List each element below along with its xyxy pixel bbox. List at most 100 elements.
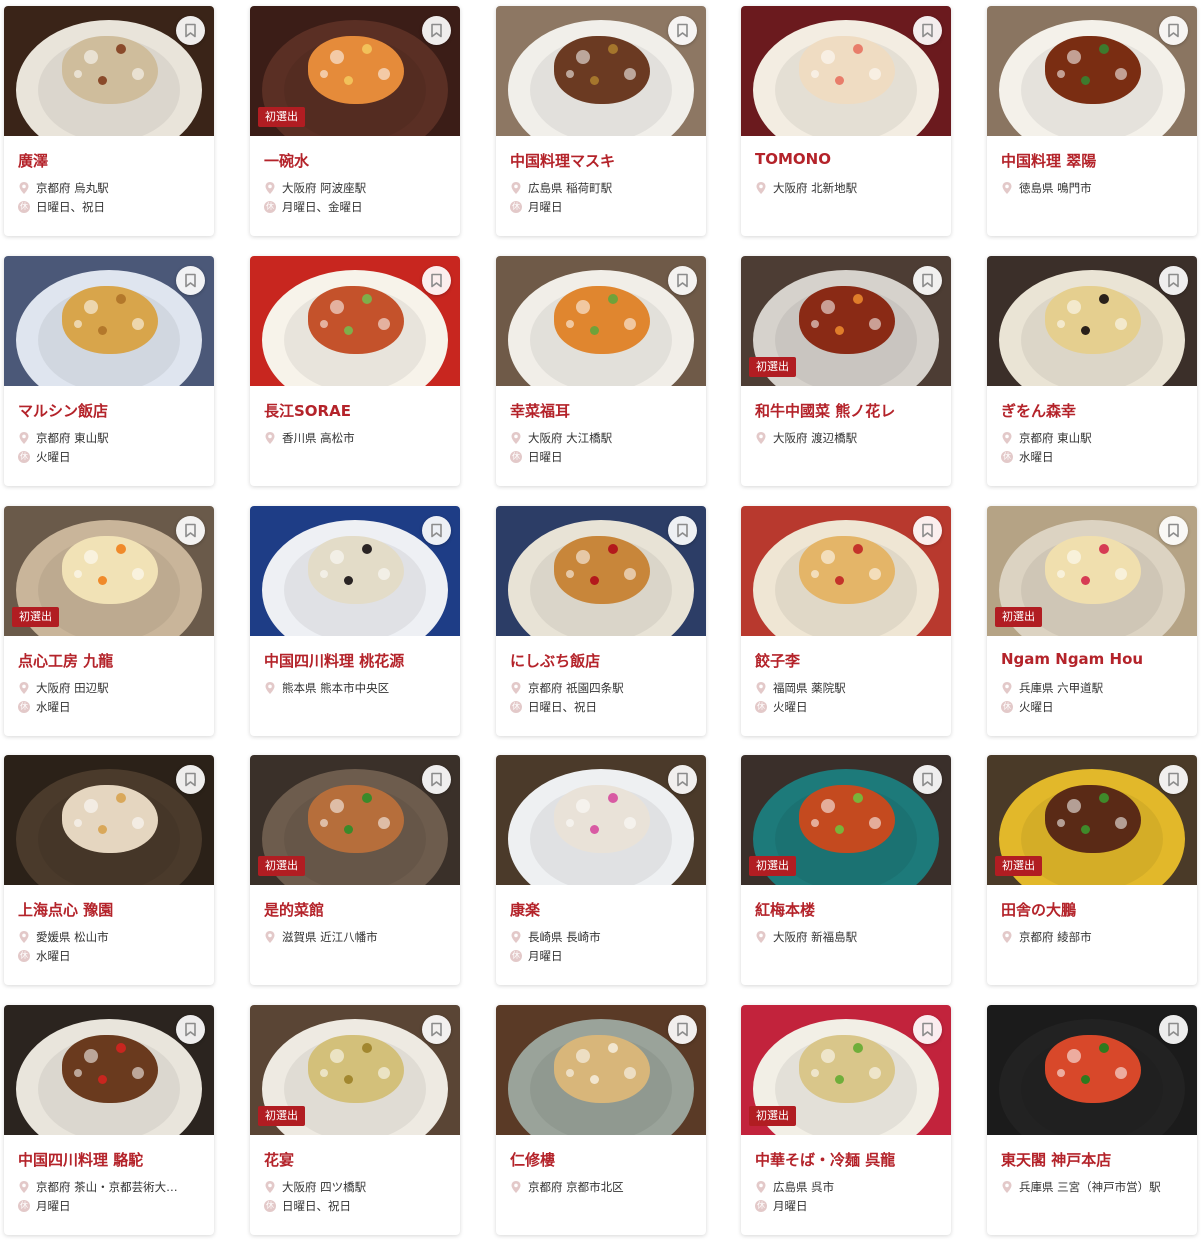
food-photo[interactable]: 初選出: [741, 256, 951, 386]
restaurant-name[interactable]: 点心工房 九龍: [18, 650, 206, 671]
restaurant-card[interactable]: 長江SORAE 香川県 高松市: [250, 256, 460, 486]
bookmark-button[interactable]: [422, 765, 451, 794]
food-photo[interactable]: [741, 506, 951, 636]
bookmark-button[interactable]: [913, 16, 942, 45]
bookmark-button[interactable]: [422, 266, 451, 295]
restaurant-card[interactable]: 中国料理 翠陽 徳島県 鳴門市: [987, 6, 1197, 236]
food-photo[interactable]: [496, 256, 706, 386]
bookmark-button[interactable]: [668, 516, 697, 545]
food-photo[interactable]: [4, 256, 214, 386]
bookmark-button[interactable]: [176, 1015, 205, 1044]
restaurant-card[interactable]: 初選出 一碗水 大阪府 阿波座駅休月曜日、金曜日: [250, 6, 460, 236]
food-photo[interactable]: [4, 755, 214, 885]
food-photo[interactable]: [250, 506, 460, 636]
bookmark-button[interactable]: [422, 16, 451, 45]
bookmark-button[interactable]: [668, 266, 697, 295]
restaurant-name[interactable]: 中国料理マスキ: [510, 150, 698, 171]
restaurant-name[interactable]: 東天閣 神戸本店: [1001, 1149, 1189, 1170]
bookmark-button[interactable]: [668, 765, 697, 794]
restaurant-card[interactable]: 仁修樓 京都府 京都市北区: [496, 1005, 706, 1235]
food-photo[interactable]: [987, 256, 1197, 386]
restaurant-card[interactable]: 廣澤 京都府 烏丸駅休日曜日、祝日: [4, 6, 214, 236]
food-photo[interactable]: [496, 6, 706, 136]
restaurant-card[interactable]: 中国料理マスキ 広島県 稲荷町駅休月曜日: [496, 6, 706, 236]
restaurant-card[interactable]: 中国四川料理 桃花源 熊本県 熊本市中央区: [250, 506, 460, 736]
bookmark-button[interactable]: [1159, 765, 1188, 794]
bookmark-button[interactable]: [176, 16, 205, 45]
restaurant-card[interactable]: 中国四川料理 駱駝 京都府 茶山・京都芸術大… 休月曜日: [4, 1005, 214, 1235]
restaurant-name[interactable]: Ngam Ngam Hou: [1001, 650, 1189, 668]
food-photo[interactable]: [496, 506, 706, 636]
food-photo[interactable]: 初選出: [4, 506, 214, 636]
restaurant-card[interactable]: 初選出 是的菜館 滋賀県 近江八幡市: [250, 755, 460, 985]
restaurant-name[interactable]: 中華そば・冷麺 呉龍: [755, 1149, 943, 1170]
food-photo[interactable]: [496, 755, 706, 885]
bookmark-button[interactable]: [176, 516, 205, 545]
food-photo[interactable]: [250, 256, 460, 386]
restaurant-name[interactable]: 幸菜福耳: [510, 400, 698, 421]
restaurant-card[interactable]: 初選出 点心工房 九龍 大阪府 田辺駅休水曜日: [4, 506, 214, 736]
restaurant-name[interactable]: 紅梅本楼: [755, 899, 943, 920]
restaurant-name[interactable]: TOMONO: [755, 150, 943, 168]
food-photo[interactable]: 初選出: [741, 1005, 951, 1135]
bookmark-button[interactable]: [913, 1015, 942, 1044]
restaurant-card[interactable]: 幸菜福耳 大阪府 大江橋駅休日曜日: [496, 256, 706, 486]
food-photo[interactable]: 初選出: [250, 755, 460, 885]
food-photo[interactable]: 初選出: [250, 1005, 460, 1135]
restaurant-name[interactable]: 上海点心 豫園: [18, 899, 206, 920]
restaurant-card[interactable]: 初選出 Ngam Ngam Hou 兵庫県 六甲道駅休火曜日: [987, 506, 1197, 736]
food-photo[interactable]: 初選出: [987, 506, 1197, 636]
restaurant-card[interactable]: 初選出 花宴 大阪府 四ツ橋駅休日曜日、祝日: [250, 1005, 460, 1235]
restaurant-card[interactable]: 上海点心 豫園 愛媛県 松山市休水曜日: [4, 755, 214, 985]
restaurant-name[interactable]: 仁修樓: [510, 1149, 698, 1170]
food-photo[interactable]: [4, 6, 214, 136]
bookmark-button[interactable]: [1159, 1015, 1188, 1044]
restaurant-name[interactable]: 田舎の大鵬: [1001, 899, 1189, 920]
restaurant-card[interactable]: 初選出 田舎の大鵬 京都府 綾部市: [987, 755, 1197, 985]
bookmark-button[interactable]: [1159, 16, 1188, 45]
restaurant-name[interactable]: 和牛中國菜 熊ノ花レ: [755, 400, 943, 421]
bookmark-button[interactable]: [176, 765, 205, 794]
bookmark-button[interactable]: [176, 266, 205, 295]
restaurant-card[interactable]: ぎをん森幸 京都府 東山駅休水曜日: [987, 256, 1197, 486]
bookmark-button[interactable]: [668, 16, 697, 45]
restaurant-name[interactable]: にしぶち飯店: [510, 650, 698, 671]
restaurant-card[interactable]: 餃子李 福岡県 薬院駅休火曜日: [741, 506, 951, 736]
food-photo[interactable]: [741, 6, 951, 136]
restaurant-card[interactable]: 初選出 紅梅本楼 大阪府 新福島駅: [741, 755, 951, 985]
restaurant-card[interactable]: 初選出 中華そば・冷麺 呉龍 広島県 呉市休月曜日: [741, 1005, 951, 1235]
restaurant-card[interactable]: TOMONO 大阪府 北新地駅: [741, 6, 951, 236]
restaurant-name[interactable]: 餃子李: [755, 650, 943, 671]
restaurant-name[interactable]: 是的菜館: [264, 899, 452, 920]
bookmark-button[interactable]: [1159, 516, 1188, 545]
restaurant-name[interactable]: 一碗水: [264, 150, 452, 171]
bookmark-button[interactable]: [422, 516, 451, 545]
restaurant-name[interactable]: マルシン飯店: [18, 400, 206, 421]
food-photo[interactable]: [4, 1005, 214, 1135]
restaurant-name[interactable]: 花宴: [264, 1149, 452, 1170]
restaurant-name[interactable]: 中国四川料理 桃花源: [264, 650, 452, 671]
restaurant-name[interactable]: ぎをん森幸: [1001, 400, 1189, 421]
restaurant-card[interactable]: マルシン飯店 京都府 東山駅休火曜日: [4, 256, 214, 486]
restaurant-name[interactable]: 廣澤: [18, 150, 206, 171]
bookmark-button[interactable]: [422, 1015, 451, 1044]
food-photo[interactable]: [987, 6, 1197, 136]
bookmark-button[interactable]: [668, 1015, 697, 1044]
bookmark-button[interactable]: [913, 516, 942, 545]
food-photo[interactable]: [987, 1005, 1197, 1135]
restaurant-card[interactable]: 初選出 和牛中國菜 熊ノ花レ 大阪府 渡辺橋駅: [741, 256, 951, 486]
restaurant-card[interactable]: 東天閣 神戸本店 兵庫県 三宮（神戸市営）駅: [987, 1005, 1197, 1235]
food-photo[interactable]: 初選出: [250, 6, 460, 136]
restaurant-name[interactable]: 康楽: [510, 899, 698, 920]
bookmark-button[interactable]: [1159, 266, 1188, 295]
restaurant-card[interactable]: 康楽 長崎県 長崎市休月曜日: [496, 755, 706, 985]
restaurant-name[interactable]: 中国料理 翠陽: [1001, 150, 1189, 171]
food-photo[interactable]: 初選出: [741, 755, 951, 885]
restaurant-card[interactable]: にしぶち飯店 京都府 祇園四条駅休日曜日、祝日: [496, 506, 706, 736]
bookmark-button[interactable]: [913, 765, 942, 794]
bookmark-button[interactable]: [913, 266, 942, 295]
food-photo[interactable]: [496, 1005, 706, 1135]
restaurant-name[interactable]: 長江SORAE: [264, 400, 452, 421]
restaurant-name[interactable]: 中国四川料理 駱駝: [18, 1149, 206, 1170]
food-photo[interactable]: 初選出: [987, 755, 1197, 885]
